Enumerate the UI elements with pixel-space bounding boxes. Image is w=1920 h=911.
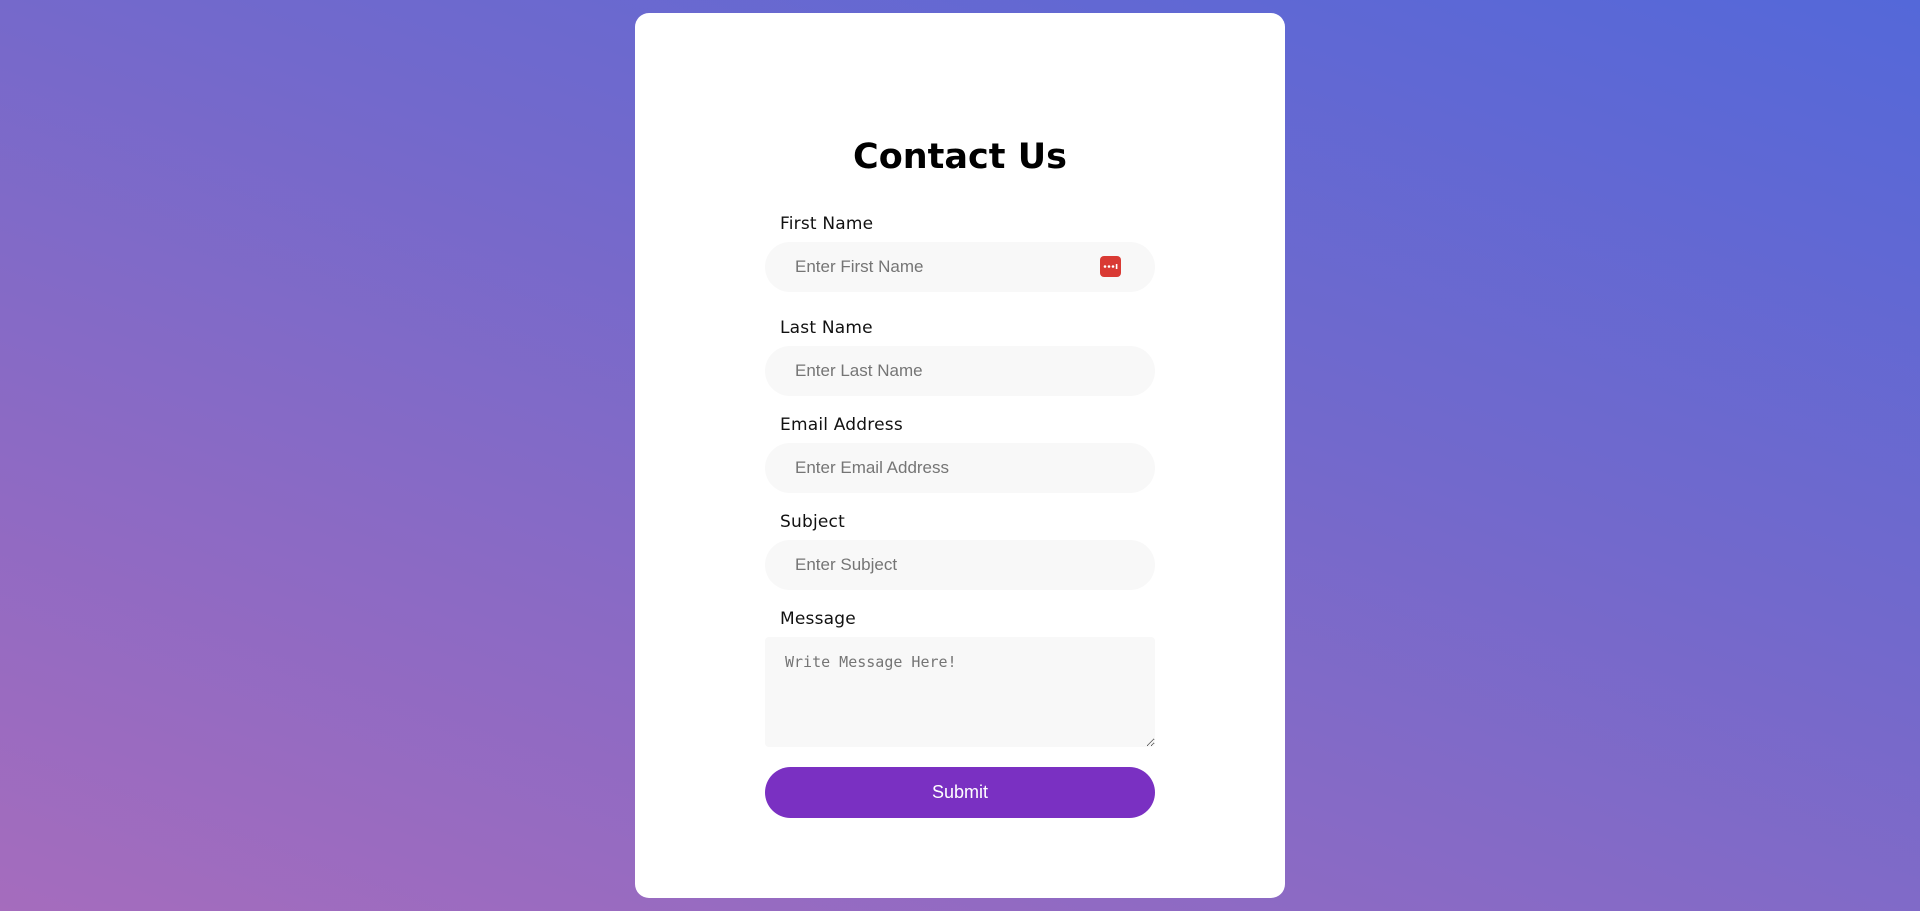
first-name-input-wrap xyxy=(765,242,1155,292)
last-name-input[interactable] xyxy=(765,346,1155,396)
subject-field: Subject xyxy=(765,511,1155,590)
email-label: Email Address xyxy=(780,415,903,435)
subject-label: Subject xyxy=(780,512,845,532)
email-field: Email Address xyxy=(765,414,1155,493)
submit-button[interactable]: Submit xyxy=(765,767,1155,818)
last-name-label: Last Name xyxy=(780,318,873,338)
first-name-field: First Name xyxy=(765,213,1155,292)
message-textarea[interactable] xyxy=(765,637,1155,747)
message-label: Message xyxy=(780,609,856,629)
first-name-input[interactable] xyxy=(765,242,1155,292)
password-manager-dots xyxy=(1103,264,1118,269)
password-manager-icon[interactable] xyxy=(1100,256,1121,277)
contact-card: Contact Us First Name Last Name Email Ad… xyxy=(635,13,1285,898)
message-field: Message xyxy=(765,608,1155,747)
subject-input[interactable] xyxy=(765,540,1155,590)
last-name-field: Last Name xyxy=(765,317,1155,396)
first-name-label: First Name xyxy=(780,214,874,234)
form-title: Contact Us xyxy=(853,137,1067,177)
email-input[interactable] xyxy=(765,443,1155,493)
